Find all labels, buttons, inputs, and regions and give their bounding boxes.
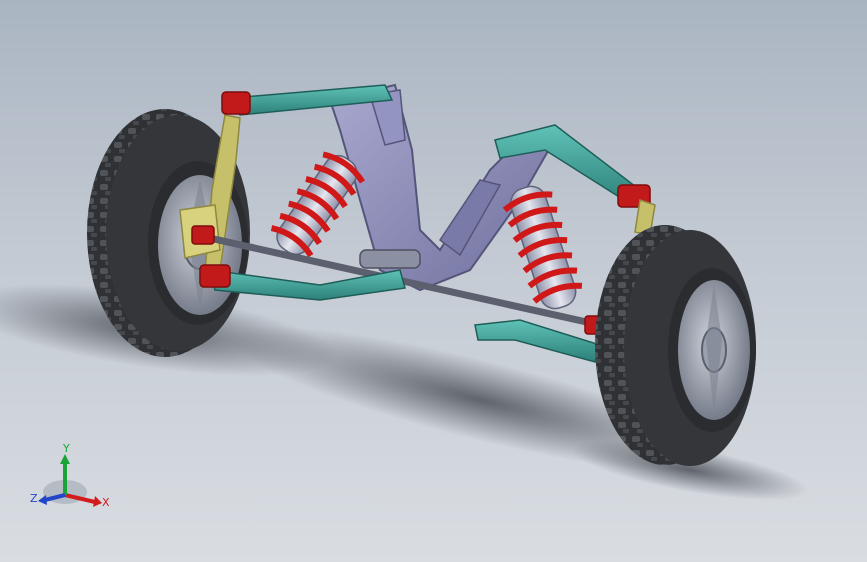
left-upper-ball-joint[interactable] <box>221 91 251 115</box>
suspension-model[interactable] <box>0 0 867 562</box>
x-axis-label: X <box>102 496 110 509</box>
z-axis-label: Z <box>30 492 38 505</box>
left-lower-control-arm[interactable] <box>209 269 406 301</box>
y-axis-arrow <box>60 454 70 464</box>
orientation-triad[interactable]: X Y Z <box>30 440 110 520</box>
right-wheel[interactable] <box>595 225 756 466</box>
x-axis-arrow <box>93 496 102 507</box>
graphics-viewport[interactable]: X Y Z <box>0 0 867 562</box>
left-coilover[interactable] <box>270 150 366 260</box>
y-axis-label: Y <box>62 442 70 455</box>
left-lower-ball-joint[interactable] <box>199 264 231 288</box>
z-axis-arrow <box>38 495 47 505</box>
right-coilover[interactable] <box>502 182 583 312</box>
left-tie-rod-end[interactable] <box>191 225 215 245</box>
right-lower-control-arm[interactable] <box>474 319 601 363</box>
